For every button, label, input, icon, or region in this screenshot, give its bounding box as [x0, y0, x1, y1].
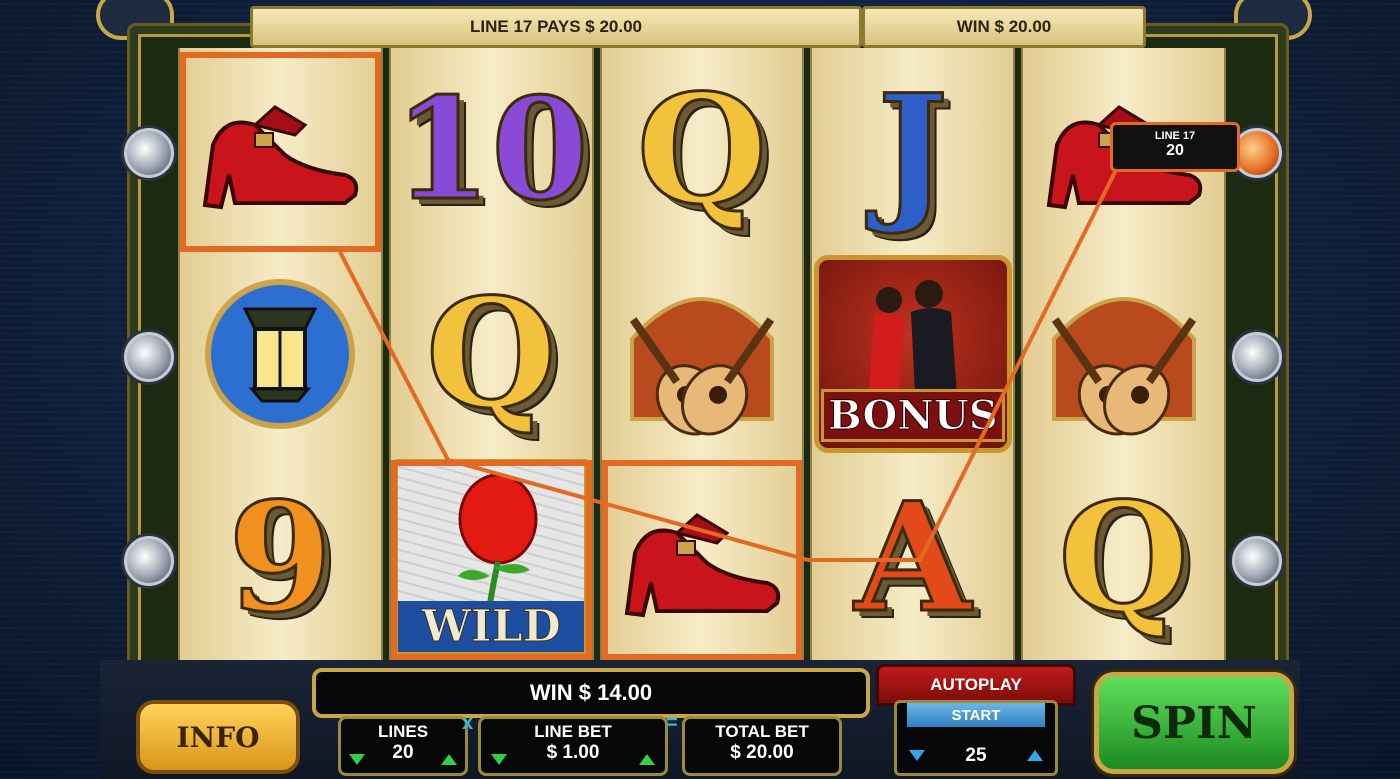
- symbol-guitars: [602, 252, 803, 456]
- win-highlight: [390, 460, 592, 660]
- symbol-queen: Q: [391, 252, 592, 456]
- line-knob-left-3[interactable]: [124, 536, 174, 586]
- reel-3: Q: [599, 48, 805, 660]
- total-bet-label: TOTAL BET: [715, 722, 809, 741]
- bonus-card: BONUS: [813, 255, 1012, 453]
- lines-label: LINES: [377, 722, 429, 741]
- queen-symbol: Q: [424, 266, 558, 442]
- queen-symbol: Q: [1057, 470, 1191, 646]
- total-bet-value: $ 20.00: [730, 742, 794, 763]
- multiply-sign: x: [462, 712, 474, 734]
- line-bet-decrease-icon[interactable]: [491, 754, 507, 765]
- autoplay-decrease-icon[interactable]: [909, 750, 925, 761]
- line-pays-text: LINE 17 PAYS $ 20.00: [470, 17, 642, 36]
- nine-symbol: 9: [227, 470, 334, 646]
- line-bet-increase-icon[interactable]: [639, 754, 655, 765]
- jack-symbol: J: [876, 62, 950, 238]
- win-highlight: [180, 52, 381, 252]
- lines-increase-icon[interactable]: [441, 754, 457, 765]
- symbol-guitars: [1023, 252, 1224, 456]
- info-button-label: INFO: [176, 720, 260, 754]
- ace-symbol: A: [853, 470, 972, 646]
- header-win-text: WIN $ 20.00: [956, 17, 1052, 36]
- line-knob-right-3[interactable]: [1232, 536, 1282, 586]
- header-win-bar: WIN $ 20.00: [862, 6, 1146, 48]
- line-knob-left-1[interactable]: [124, 128, 174, 178]
- spin-button[interactable]: SPIN: [1094, 672, 1294, 774]
- symbol-queen: Q: [1023, 456, 1224, 660]
- ten-symbol: 10: [392, 68, 590, 232]
- spin-button-label: SPIN: [1131, 697, 1257, 749]
- dancers-icon: [868, 280, 957, 395]
- line-bet-value: $ 1.00: [546, 742, 600, 763]
- guitars-icon: [629, 297, 775, 436]
- symbol-queen: Q: [602, 48, 803, 252]
- line-knob-right-2[interactable]: [1232, 332, 1282, 382]
- bonus-label: BONUS: [820, 389, 1005, 442]
- reel-4: J BONUS A: [810, 48, 1016, 660]
- win-highlight: [601, 460, 803, 660]
- line-pays-bar: LINE 17 PAYS $ 20.00: [250, 6, 862, 48]
- autoplay-label: AUTOPLAY: [930, 675, 1022, 694]
- line-bet-label: LINE BET: [534, 722, 612, 741]
- symbol-nine: 9: [180, 456, 381, 660]
- reels: 9 10 Q WILD Q J BONUS A Q: [178, 48, 1226, 660]
- equals-sign: =: [666, 712, 678, 734]
- total-bet-box: TOTAL BET $ 20.00: [682, 716, 842, 776]
- autoplay-increase-icon[interactable]: [1027, 750, 1043, 761]
- total-win-text: WIN $ 14.00: [529, 680, 653, 705]
- guitars-icon: [1051, 297, 1196, 436]
- line-bet-box: LINE BET $ 1.00: [478, 716, 668, 776]
- queen-symbol: Q: [635, 62, 769, 238]
- lines-decrease-icon[interactable]: [349, 754, 365, 765]
- line-marker-label: LINE 17: [1154, 130, 1196, 142]
- street-lamp-icon: [205, 279, 356, 429]
- total-win-bar: WIN $ 14.00: [312, 668, 870, 718]
- info-button[interactable]: INFO: [136, 700, 300, 774]
- autoplay-start-button[interactable]: START: [907, 703, 1045, 727]
- symbol-jack: J: [812, 48, 1013, 252]
- symbol-bonus: BONUS: [812, 252, 1013, 456]
- line-marker-value: 20: [1166, 142, 1184, 159]
- autoplay-box: START 25: [894, 700, 1058, 776]
- line-17-marker: LINE 17 20: [1110, 122, 1240, 172]
- reel-2: 10 Q WILD: [388, 48, 594, 660]
- line-knob-left-2[interactable]: [124, 332, 174, 382]
- lines-box: LINES 20: [338, 716, 468, 776]
- symbol-street-lamp: [180, 252, 381, 456]
- reel-1: 9: [178, 48, 383, 660]
- symbol-ten: 10: [391, 48, 592, 252]
- symbol-ace: A: [812, 456, 1013, 660]
